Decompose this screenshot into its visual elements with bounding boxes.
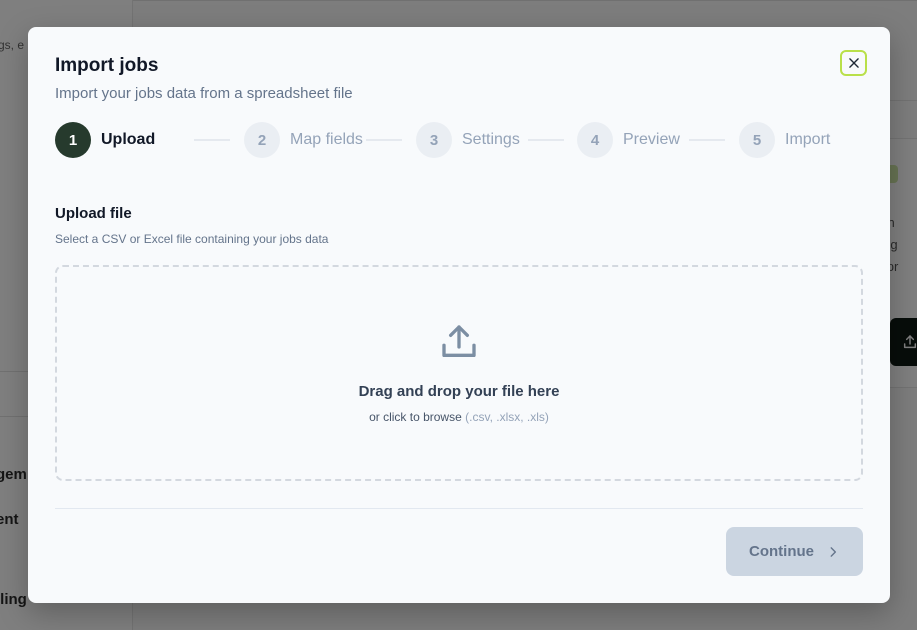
chevron-right-icon bbox=[826, 545, 840, 559]
step-import[interactable]: 5 Import bbox=[739, 122, 830, 158]
close-button[interactable] bbox=[840, 50, 867, 76]
step-settings[interactable]: 3 Settings bbox=[416, 122, 520, 158]
x-icon bbox=[848, 58, 859, 68]
step-label: Map fields bbox=[290, 131, 363, 148]
import-jobs-modal: Import jobs Import your jobs data from a… bbox=[28, 27, 890, 603]
step-connector bbox=[689, 139, 725, 141]
upload-section-title: Upload file bbox=[55, 205, 132, 222]
step-upload[interactable]: 1 Upload bbox=[55, 122, 155, 158]
step-label: Settings bbox=[462, 131, 520, 148]
step-connector bbox=[528, 139, 564, 141]
step-number: 4 bbox=[577, 122, 613, 158]
file-dropzone[interactable]: Drag and drop your file here or click to… bbox=[55, 265, 863, 481]
dropzone-title: Drag and drop your file here bbox=[358, 383, 560, 400]
modal-title: Import jobs bbox=[55, 55, 159, 76]
dropzone-subtitle: or click to browse (.csv, .xlsx, .xls) bbox=[57, 410, 861, 424]
footer-divider bbox=[55, 508, 863, 509]
step-number: 3 bbox=[416, 122, 452, 158]
continue-button[interactable]: Continue bbox=[726, 527, 863, 576]
step-label: Preview bbox=[623, 131, 680, 148]
step-number: 1 bbox=[55, 122, 91, 158]
upload-icon bbox=[442, 325, 476, 357]
step-connector bbox=[366, 139, 402, 141]
step-connector bbox=[194, 139, 230, 141]
step-map-fields[interactable]: 2 Map fields bbox=[244, 122, 363, 158]
step-label: Upload bbox=[101, 131, 156, 148]
step-number: 2 bbox=[244, 122, 280, 158]
step-preview[interactable]: 4 Preview bbox=[577, 122, 680, 158]
step-label: Import bbox=[785, 131, 831, 148]
step-number: 5 bbox=[739, 122, 775, 158]
continue-label: Continue bbox=[749, 543, 814, 560]
upload-section-hint: Select a CSV or Excel file containing yo… bbox=[55, 232, 329, 246]
modal-subtitle: Import your jobs data from a spreadsheet… bbox=[55, 85, 353, 102]
accepted-extensions: (.csv, .xlsx, .xls) bbox=[465, 410, 549, 424]
browse-text: or click to browse bbox=[369, 410, 462, 424]
